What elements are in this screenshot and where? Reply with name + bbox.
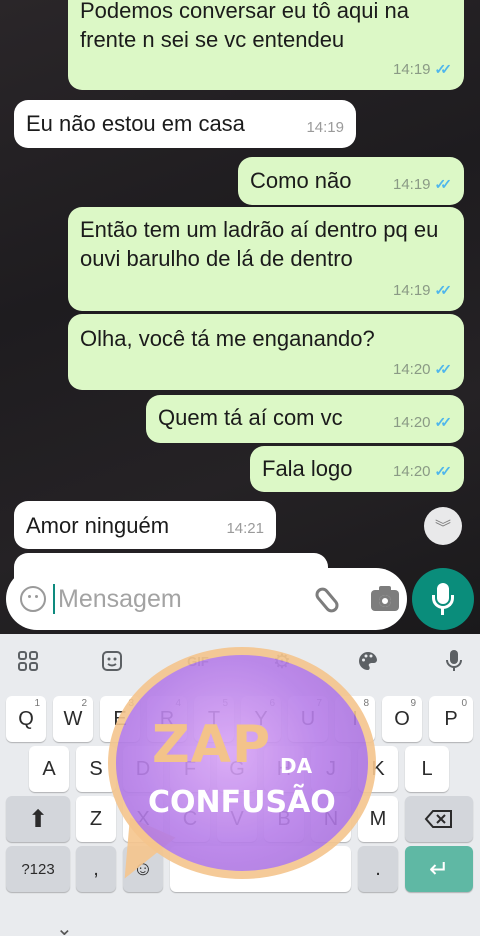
message-bubble-incoming[interactable]: Amor ninguém 14:21	[14, 501, 276, 549]
message-input[interactable]	[58, 581, 258, 617]
message-time: 14:19	[392, 282, 431, 299]
key-h[interactable]: H	[264, 746, 304, 792]
backspace-icon	[424, 810, 452, 828]
message-bubble-outgoing[interactable]: Como não 14:19 ✓✓	[238, 157, 464, 205]
palette-icon[interactable]	[354, 646, 382, 676]
message-time: 14:19	[392, 61, 431, 78]
key-c[interactable]: C	[170, 796, 210, 842]
gif-button[interactable]: GIF	[178, 646, 218, 676]
message-meta: 14:20 ✓✓	[393, 408, 452, 437]
message-meta: 14:19 ✓✓	[393, 55, 452, 84]
key-z[interactable]: Z	[76, 796, 116, 842]
enter-key[interactable]: ↵	[405, 846, 473, 892]
message-meta: 14:21	[226, 514, 264, 543]
shift-key[interactable]: ⬆	[6, 796, 70, 842]
key-q[interactable]: Q1	[6, 696, 46, 742]
key-i[interactable]: I8	[335, 696, 375, 742]
key-b[interactable]: B	[264, 796, 304, 842]
message-text: Podemos conversar eu tô aqui na frente n…	[80, 0, 409, 52]
key-e[interactable]: E3	[100, 696, 140, 742]
camera-icon[interactable]	[371, 586, 399, 611]
key-t[interactable]: T5	[194, 696, 234, 742]
read-receipt-icon: ✓✓	[434, 361, 453, 377]
key-w[interactable]: W2	[53, 696, 93, 742]
message-meta: 14:19	[306, 113, 344, 142]
key-f[interactable]: F	[170, 746, 210, 792]
message-time: 14:20	[392, 463, 431, 480]
apps-grid-icon[interactable]	[14, 646, 42, 676]
comma-key[interactable]: ,	[76, 846, 116, 892]
read-receipt-icon: ✓✓	[434, 176, 453, 192]
message-time: 14:19	[306, 119, 344, 136]
message-meta: 14:19 ✓✓	[393, 170, 452, 199]
nav-back-chevron-icon[interactable]: ⌄	[56, 916, 73, 936]
attach-paperclip-icon[interactable]	[312, 584, 342, 616]
read-receipt-icon: ✓✓	[434, 463, 453, 479]
message-bubble-outgoing[interactable]: Fala logo 14:20 ✓✓	[250, 446, 464, 492]
space-key[interactable]	[170, 846, 351, 892]
emoji-icon[interactable]	[20, 586, 46, 612]
key-o[interactable]: O9	[382, 696, 422, 742]
key-l[interactable]: L	[405, 746, 449, 792]
double-chevron-down-icon: ︾	[434, 520, 451, 537]
key-n[interactable]: N	[311, 796, 351, 842]
message-text: Olha, você tá me enganando?	[80, 326, 375, 351]
emoji-key[interactable]: ☺	[123, 846, 163, 892]
sticker-icon[interactable]	[98, 646, 126, 676]
key-u[interactable]: U7	[288, 696, 328, 742]
message-meta: 14:20 ✓✓	[393, 355, 452, 384]
key-m[interactable]: M	[358, 796, 398, 842]
message-bubble-outgoing[interactable]: Então tem um ladrão aí dentro pq eu ouvi…	[68, 207, 464, 311]
key-a[interactable]: A	[29, 746, 69, 792]
shift-arrow-icon: ⬆	[27, 805, 49, 833]
message-time: 14:19	[392, 176, 431, 193]
key-r[interactable]: R4	[147, 696, 187, 742]
message-text: Então tem um ladrão aí dentro pq eu ouvi…	[80, 217, 439, 271]
key-d[interactable]: D	[123, 746, 163, 792]
message-time: 14:20	[392, 414, 431, 431]
message-bubble-outgoing[interactable]: Podemos conversar eu tô aqui na frente n…	[68, 0, 464, 90]
key-x[interactable]: X	[123, 796, 163, 842]
read-receipt-icon: ✓✓	[434, 61, 453, 77]
key-p[interactable]: P0	[429, 696, 473, 742]
key-v[interactable]: V	[217, 796, 257, 842]
on-screen-keyboard: GIF ⚙ Q1 W2 E3 R4 T5 Y6 U7 I8 O9 P0 A S …	[0, 634, 480, 936]
message-bubble-outgoing[interactable]: Quem tá aí com vc 14:20 ✓✓	[146, 395, 464, 443]
text-caret	[53, 584, 55, 614]
voice-record-button[interactable]	[412, 568, 474, 630]
enter-arrow-icon: ↵	[428, 855, 450, 883]
message-time: 14:20	[392, 361, 431, 378]
period-key[interactable]: .	[358, 846, 398, 892]
key-y[interactable]: Y6	[241, 696, 281, 742]
read-receipt-icon: ✓✓	[434, 414, 453, 430]
key-j[interactable]: J	[311, 746, 351, 792]
read-receipt-icon: ✓✓	[434, 282, 453, 298]
message-bubble-incoming[interactable]: Eu não estou em casa 14:19	[14, 100, 356, 148]
message-time: 14:21	[226, 520, 264, 537]
message-composer	[6, 568, 407, 630]
gif-label: GIF	[187, 653, 209, 669]
emoji-smiley-icon: ☺	[132, 857, 154, 880]
backspace-key[interactable]	[405, 796, 473, 842]
key-k[interactable]: K	[358, 746, 398, 792]
gear-icon[interactable]: ⚙	[268, 646, 296, 676]
chat-area[interactable]: Podemos conversar eu tô aqui na frente n…	[0, 0, 480, 634]
message-meta: 14:19 ✓✓	[393, 276, 452, 305]
message-text: Eu não estou em casa	[26, 111, 245, 136]
keyboard-mic-icon[interactable]	[440, 646, 468, 676]
message-meta: 14:20 ✓✓	[393, 457, 452, 486]
symbols-key[interactable]: ?123	[6, 846, 70, 892]
scroll-to-bottom-button[interactable]: ︾	[424, 507, 462, 545]
key-g[interactable]: G	[217, 746, 257, 792]
key-s[interactable]: S	[76, 746, 116, 792]
message-bubble-outgoing[interactable]: Olha, você tá me enganando? 14:20 ✓✓	[68, 314, 464, 390]
